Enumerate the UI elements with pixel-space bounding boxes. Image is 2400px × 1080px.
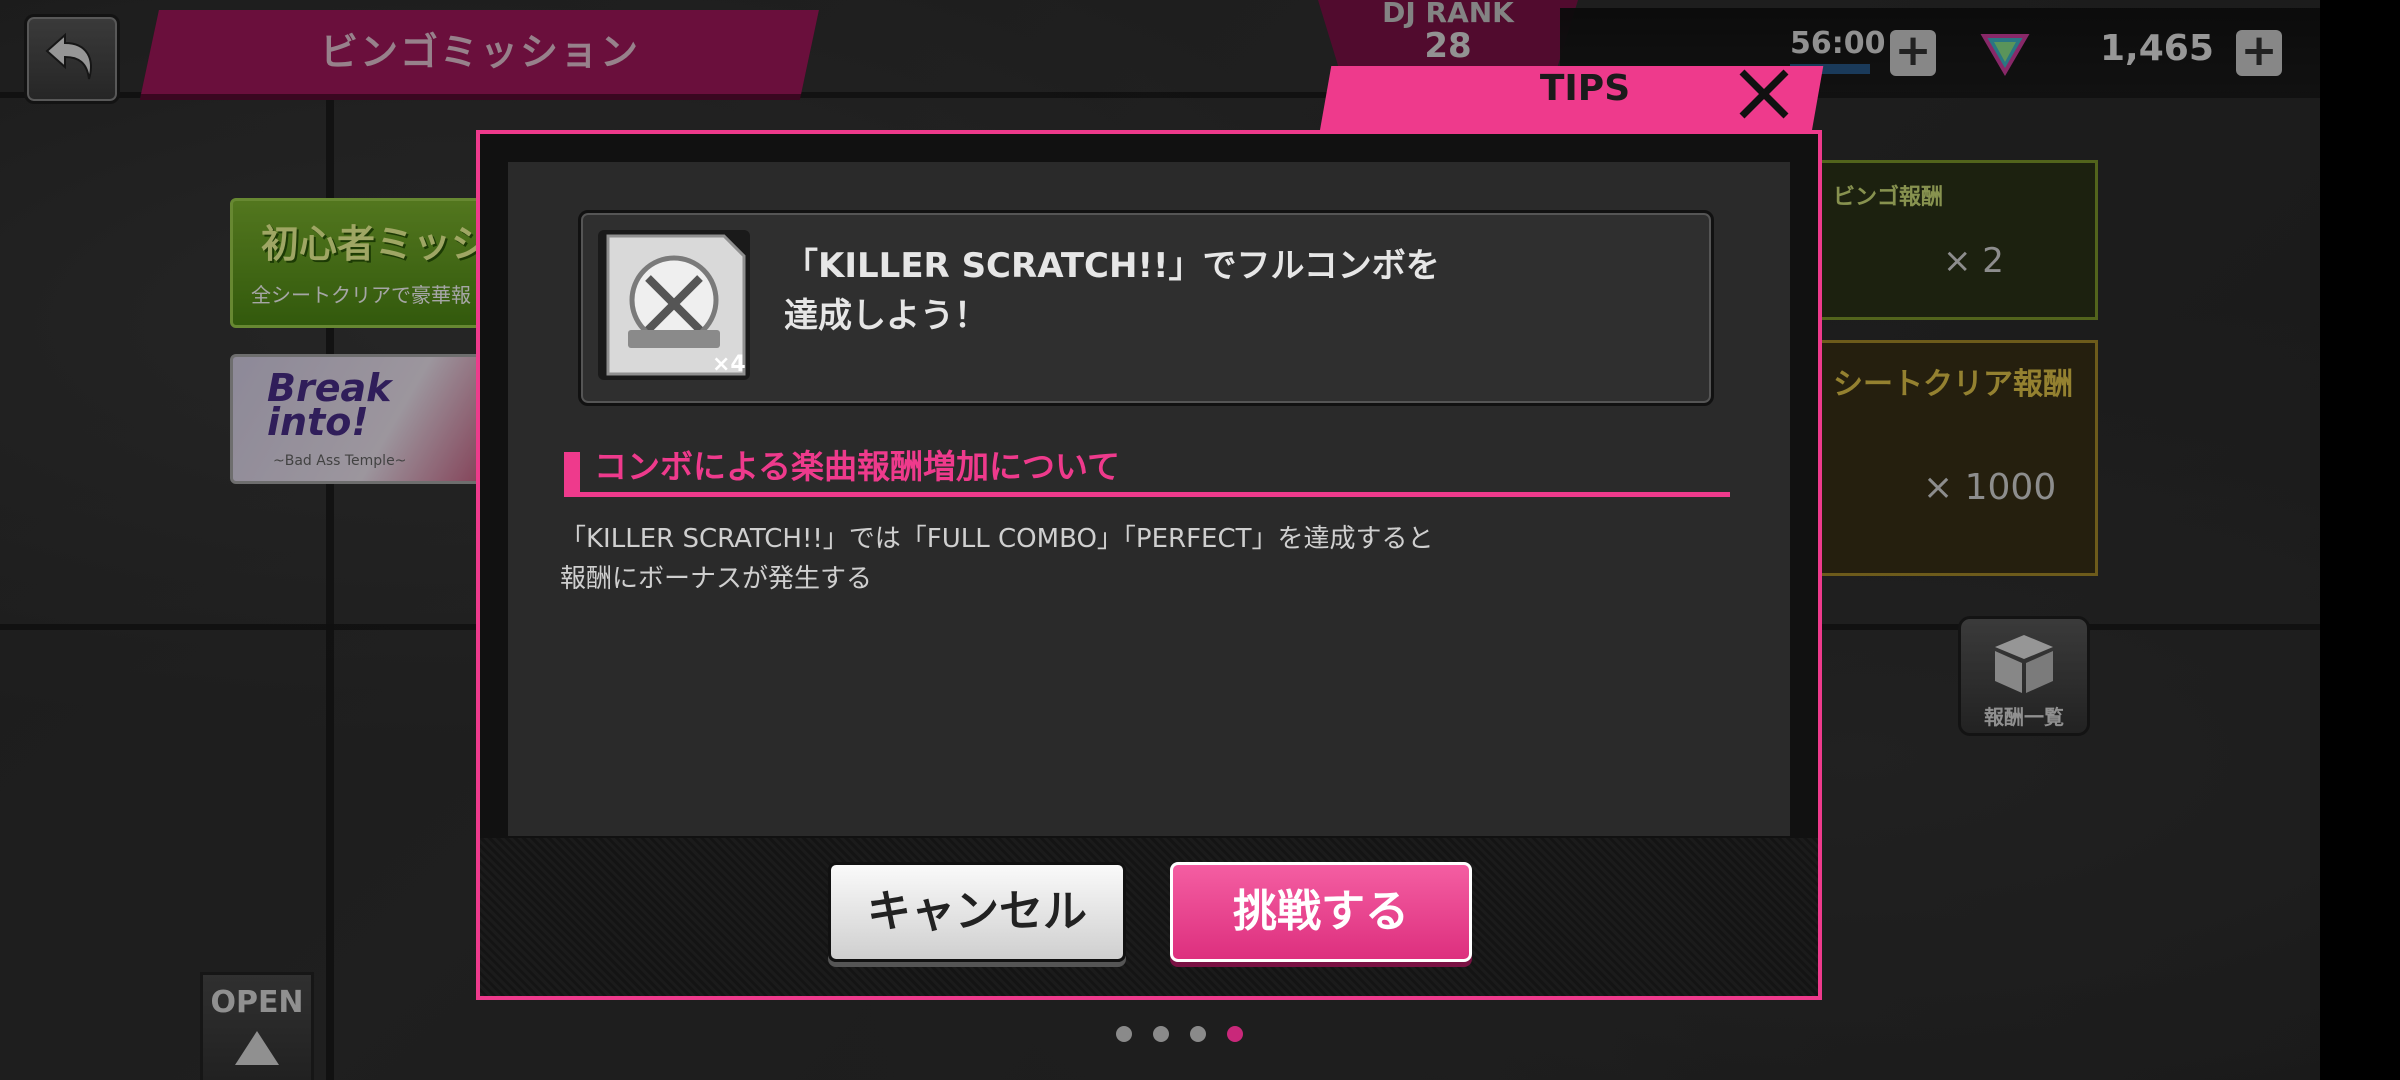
page-dot[interactable] [1153,1026,1169,1042]
page-dot[interactable] [1190,1026,1206,1042]
section-underline [564,492,1730,497]
description-line2: 報酬にボーナスが発生する [560,564,873,594]
page-dot[interactable] [1116,1026,1132,1042]
mission-text-line1: 「KILLER SCRATCH!!」でフルコンボを [784,246,1440,286]
section-marker [564,452,580,494]
section-title: コンボによる楽曲報酬増加について [594,447,1121,486]
close-icon[interactable] [1728,58,1800,130]
dialog-footer [480,838,1818,996]
mission-text-line2: 達成しよう！ [784,296,988,336]
tips-label: TIPS [1539,68,1631,109]
badge-count: ×4 [712,352,746,377]
cancel-button[interactable]: キャンセル [828,862,1126,962]
page-dot[interactable] [1227,1026,1243,1042]
description-line1: 「KILLER SCRATCH!!」では「FULL COMBO」「PERFECT… [560,524,1434,554]
challenge-button[interactable]: 挑戦する [1170,862,1472,962]
